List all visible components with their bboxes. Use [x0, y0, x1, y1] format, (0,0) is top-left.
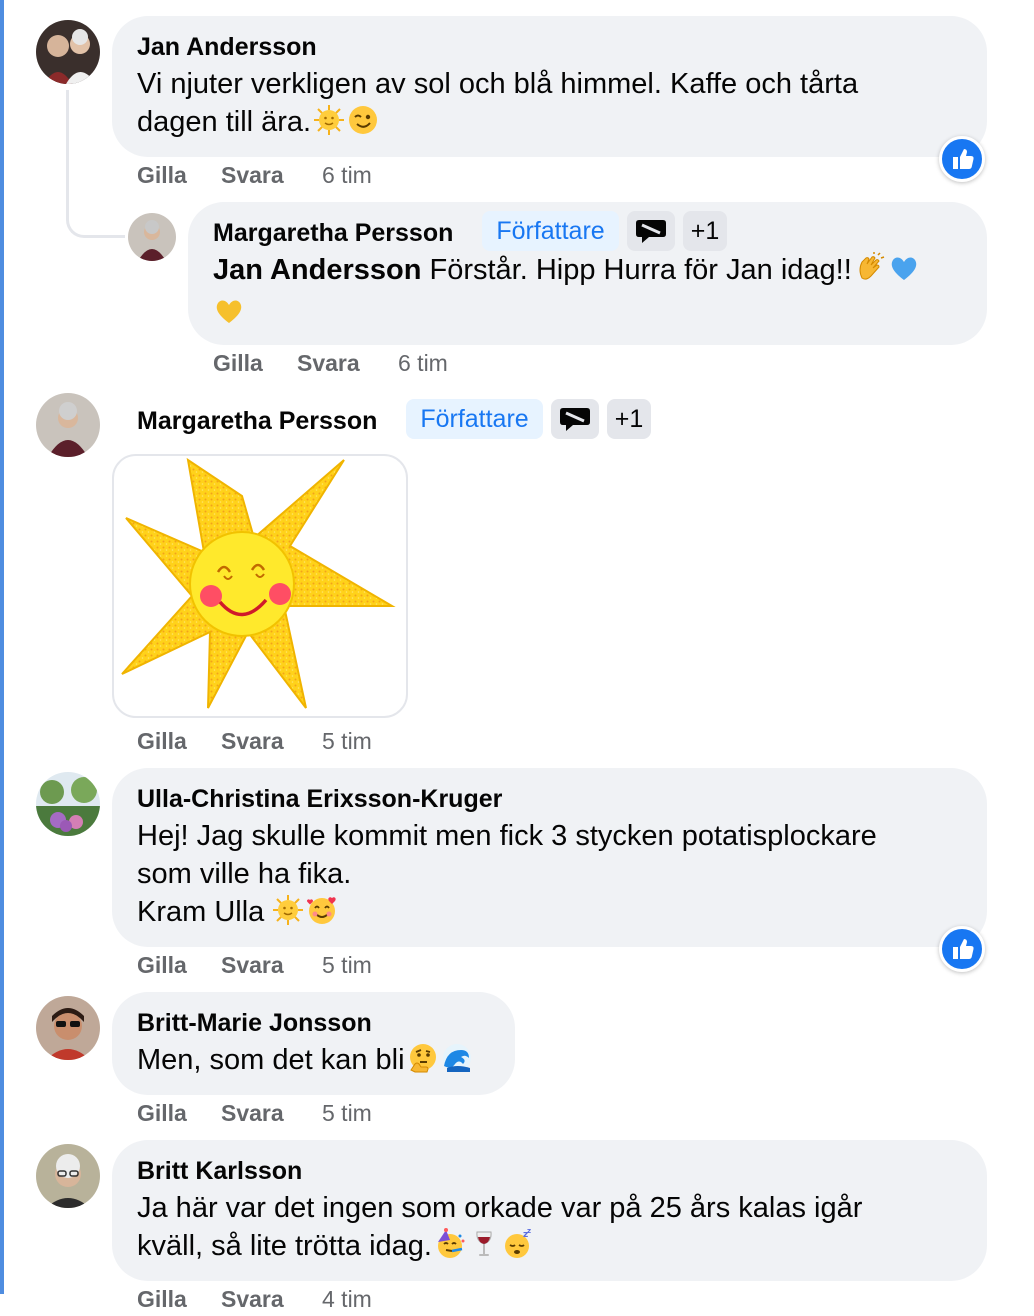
- avatar[interactable]: [36, 1144, 100, 1208]
- avatar[interactable]: [36, 772, 100, 836]
- wave-emoji: [441, 1042, 473, 1084]
- comment-actions: Gilla Svara 6 tim: [213, 350, 513, 380]
- wine-glass-emoji: [468, 1228, 500, 1270]
- avatar[interactable]: [36, 393, 100, 457]
- left-rail: [0, 0, 4, 1294]
- timestamp[interactable]: 5 tim: [322, 952, 372, 979]
- comment-author[interactable]: Britt-Marie Jonsson: [137, 1009, 372, 1038]
- blue-heart-emoji: [888, 252, 920, 294]
- avatar[interactable]: [36, 20, 100, 84]
- avatar[interactable]: [128, 213, 176, 261]
- like-reaction-badge[interactable]: [939, 136, 985, 182]
- comment-author[interactable]: Margaretha Persson: [213, 219, 453, 248]
- reply-button[interactable]: Svara: [221, 1286, 284, 1313]
- comment-text-line: Men, som det kan bli: [137, 1044, 405, 1076]
- thumbs-up-icon: [953, 149, 974, 169]
- smiling-face-with-hearts-emoji: [306, 894, 338, 936]
- yellow-heart-emoji: [213, 295, 245, 337]
- like-button[interactable]: Gilla: [137, 728, 187, 755]
- timestamp[interactable]: 5 tim: [322, 1100, 372, 1127]
- like-button[interactable]: Gilla: [137, 1286, 187, 1313]
- clapping-hands-emoji: [854, 252, 886, 294]
- thinking-face-emoji: [407, 1042, 439, 1084]
- sleeping-face-emoji: zz: [502, 1227, 534, 1270]
- comment-text-line: som ville ha fika.: [137, 858, 352, 890]
- reply-button[interactable]: Svara: [221, 162, 284, 189]
- comment-text-line: Hej! Jag skulle kommit men fick 3 stycke…: [137, 820, 877, 852]
- sun-face-emoji: [313, 104, 345, 146]
- comment-text-line: kväll, så lite trötta idag.: [137, 1230, 432, 1262]
- timestamp[interactable]: 4 tim: [322, 1286, 372, 1313]
- smiling-sun-sticker[interactable]: [112, 454, 408, 718]
- comment-author[interactable]: Ulla-Christina Erixsson-Kruger: [137, 785, 502, 814]
- like-button[interactable]: Gilla: [137, 952, 187, 979]
- speech-bubble-icon: [560, 408, 590, 431]
- comment-text-line: Vi njuter verkligen av sol och blå himme…: [137, 68, 859, 100]
- svg-text:z: z: [527, 1228, 531, 1235]
- partying-face-emoji: [434, 1228, 466, 1270]
- winking-face-emoji: [347, 104, 379, 146]
- like-button[interactable]: Gilla: [137, 162, 187, 189]
- like-button[interactable]: Gilla: [213, 350, 263, 377]
- comment-text: Men, som det kan bli: [137, 1041, 517, 1084]
- avatar[interactable]: [36, 996, 100, 1060]
- speech-bubble-icon: [636, 220, 666, 243]
- reply-button[interactable]: Svara: [221, 728, 284, 755]
- badge-count: +1: [607, 399, 651, 439]
- like-reaction-badge[interactable]: [939, 926, 985, 972]
- author-badge: Författare: [406, 399, 543, 439]
- timestamp[interactable]: 6 tim: [398, 350, 448, 377]
- author-badge: Författare: [482, 211, 619, 251]
- timestamp[interactable]: 5 tim: [322, 728, 372, 755]
- comment-actions: Gilla Svara 4 tim: [137, 1286, 437, 1316]
- comment-text: Hej! Jag skulle kommit men fick 3 stycke…: [137, 817, 977, 936]
- comment-text: Jan Andersson Förstår. Hipp Hurra för Ja…: [213, 251, 973, 337]
- thumbs-up-icon: [953, 939, 974, 959]
- comment-text-line: Förstår. Hipp Hurra för Jan idag!!: [421, 254, 852, 286]
- comment-text-line: Ja här var det ingen som orkade var på 2…: [137, 1192, 863, 1224]
- reply-button[interactable]: Svara: [221, 1100, 284, 1127]
- like-button[interactable]: Gilla: [137, 1100, 187, 1127]
- comment-actions: Gilla Svara 5 tim: [137, 1100, 437, 1130]
- reply-button[interactable]: Svara: [221, 952, 284, 979]
- sun-face-emoji: [272, 894, 304, 936]
- comment-actions: Gilla Svara 5 tim: [137, 728, 437, 758]
- reply-button[interactable]: Svara: [297, 350, 360, 377]
- comment-author[interactable]: Jan Andersson: [137, 33, 317, 62]
- comment-text-line: dagen till ära.: [137, 106, 312, 138]
- comment-actions: Gilla Svara 6 tim: [137, 162, 437, 192]
- comment-author[interactable]: Britt Karlsson: [137, 1157, 302, 1186]
- badge-count: +1: [683, 211, 727, 251]
- comment-actions: Gilla Svara 5 tim: [137, 952, 437, 982]
- comment-text-line: Kram Ulla: [137, 896, 265, 928]
- chat-badge: [551, 399, 599, 439]
- timestamp[interactable]: 6 tim: [322, 162, 372, 189]
- comment-author[interactable]: Margaretha Persson: [137, 407, 377, 436]
- comment-text: Ja här var det ingen som orkade var på 2…: [137, 1189, 977, 1270]
- chat-badge: [627, 211, 675, 251]
- comment-text: Vi njuter verkligen av sol och blå himme…: [137, 65, 977, 146]
- mention-link[interactable]: Jan Andersson: [213, 254, 421, 286]
